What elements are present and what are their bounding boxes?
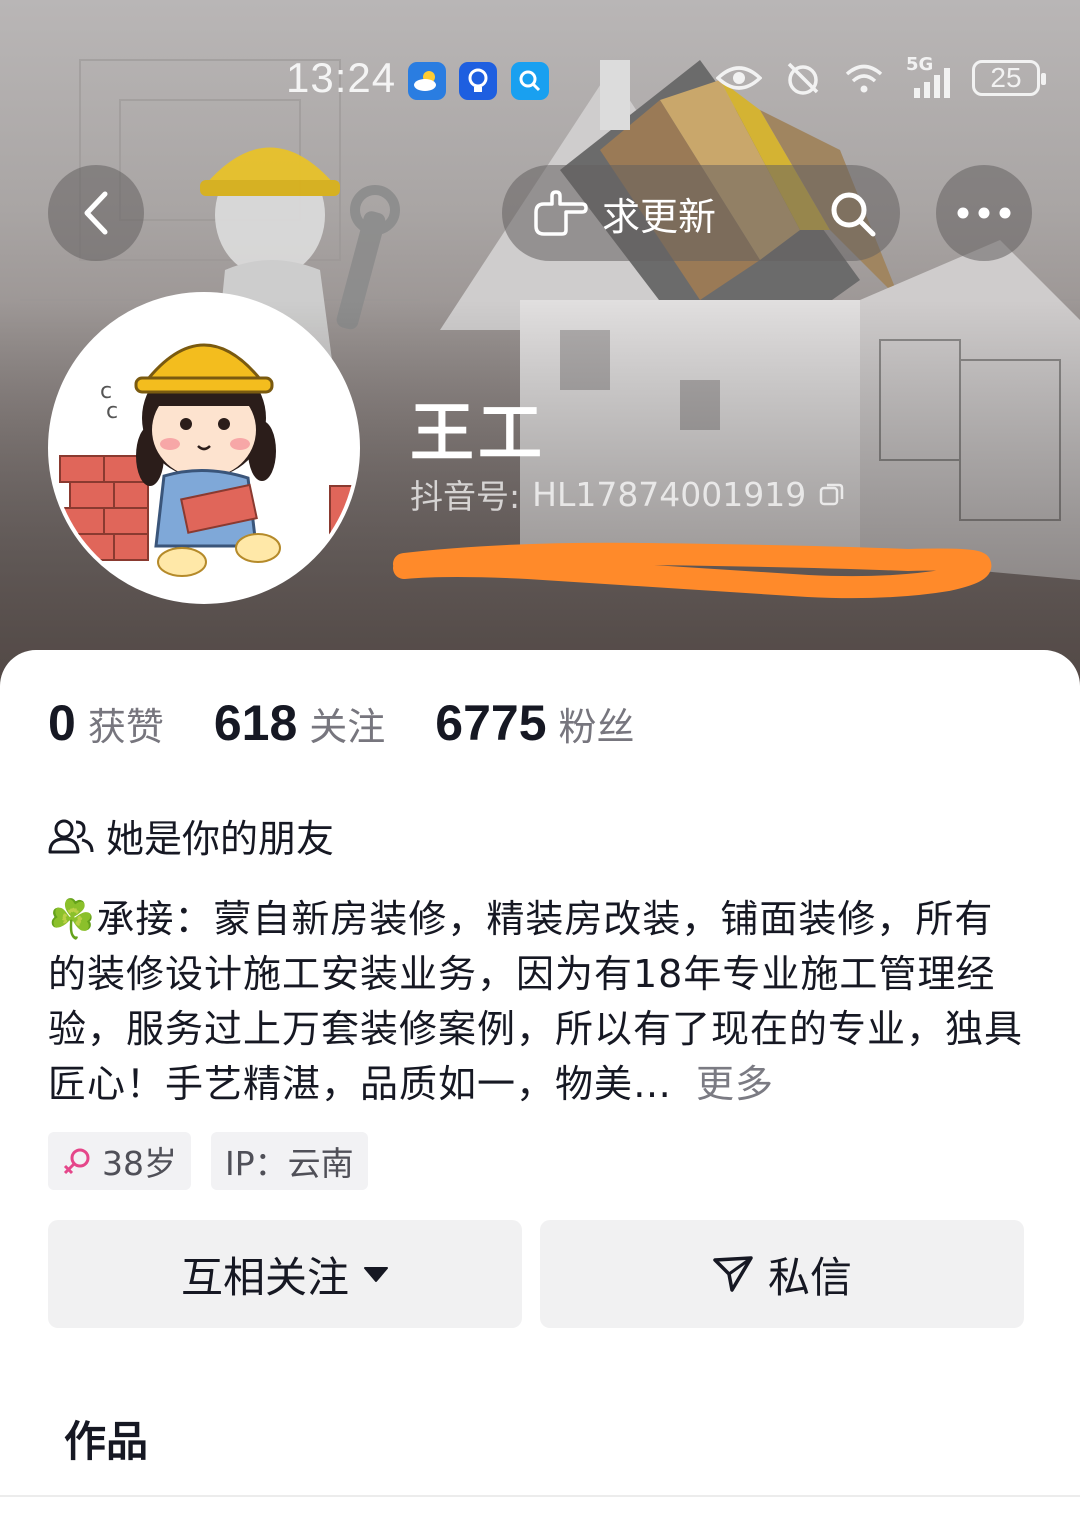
alarm-icon xyxy=(787,62,819,95)
friend-note: 她是你的朋友 xyxy=(48,808,334,863)
mutual-follow-button[interactable]: 互相关注 xyxy=(48,1220,522,1328)
request-update-label: 求更新 xyxy=(602,194,717,239)
message-button[interactable]: 私信 xyxy=(540,1220,1024,1328)
tags-row: 38岁 IP：云南 xyxy=(48,1132,368,1190)
bio[interactable]: ☘️承接：蒙自新房装修，精装房改装，铺面装修，所有的装修设计施工安装业务，因为有… xyxy=(48,892,1032,1112)
user-id-label: 抖音号: xyxy=(410,477,521,516)
search-app-icon xyxy=(511,62,549,100)
ip-tag: IP：云南 xyxy=(211,1132,368,1190)
signal-icon: 5G xyxy=(906,54,950,98)
search-icon[interactable] xyxy=(828,189,878,239)
stats-row: 0 获赞 618 关注 6775 粉丝 xyxy=(48,694,685,752)
action-buttons: 互相关注 私信 xyxy=(48,1220,1024,1328)
stat-likes[interactable]: 0 获赞 xyxy=(48,694,164,752)
status-time: 13:24 xyxy=(286,54,397,101)
copy-icon[interactable] xyxy=(818,480,846,508)
female-icon xyxy=(63,1148,90,1175)
avatar-illustration: c c xyxy=(52,296,356,600)
bio-more-link[interactable]: 更多 xyxy=(696,1062,774,1106)
stat-likes-value: 0 xyxy=(48,695,76,751)
stat-following-value: 618 xyxy=(213,695,298,751)
tab-divider xyxy=(0,1495,1080,1497)
bulb-icon xyxy=(459,62,497,100)
user-id-value: HL17874001919 xyxy=(532,474,807,514)
redaction-scribble xyxy=(393,542,992,599)
request-update-bar: 求更新 xyxy=(502,165,900,261)
eye-icon xyxy=(716,66,762,90)
weather-icon xyxy=(408,62,446,100)
svg-text:c: c xyxy=(106,399,118,424)
more-button[interactable] xyxy=(936,165,1032,261)
age-text: 38岁 xyxy=(102,1144,177,1183)
status-bar: 13:24 5G 25 xyxy=(0,52,1080,112)
wifi-icon xyxy=(845,64,883,93)
stat-followers-value: 6775 xyxy=(435,695,547,751)
more-dots-icon xyxy=(957,207,1011,219)
age-tag: 38岁 xyxy=(48,1132,191,1190)
caret-down-icon xyxy=(364,1267,388,1282)
tab-works[interactable]: 作品 xyxy=(64,1408,148,1469)
stat-likes-label: 获赞 xyxy=(87,705,164,749)
message-label: 私信 xyxy=(767,1252,852,1302)
battery-indicator: 25 xyxy=(972,60,1046,96)
request-update-button[interactable]: 求更新 xyxy=(532,186,716,241)
stat-followers-label: 粉丝 xyxy=(558,705,635,749)
user-id-row: 抖音号: HL17874001919 xyxy=(410,470,846,518)
send-icon xyxy=(713,1256,753,1292)
bio-text: 承接：蒙自新房装修，精装房改装，铺面装修，所有的装修设计施工安装业务，因为有18… xyxy=(48,897,1024,1106)
ip-text: IP：云南 xyxy=(225,1144,354,1183)
chevron-left-icon xyxy=(84,191,108,235)
avatar[interactable]: c c xyxy=(48,292,360,604)
friend-note-text: 她是你的朋友 xyxy=(106,817,335,861)
friends-icon xyxy=(48,819,94,853)
pointing-hand-icon xyxy=(534,190,588,236)
back-button[interactable] xyxy=(48,165,144,261)
mutual-follow-label: 互相关注 xyxy=(180,1252,349,1302)
clover-icon: ☘️ xyxy=(48,897,97,941)
profile-card: 0 获赞 618 关注 6775 粉丝 她是你的朋友 ☘️承接：蒙自新房装修，精… xyxy=(0,650,1080,1522)
stat-followers[interactable]: 6775 粉丝 xyxy=(435,694,634,752)
user-name: 王工 xyxy=(410,397,546,471)
stat-following[interactable]: 618 关注 xyxy=(214,694,385,752)
stat-following-label: 关注 xyxy=(309,705,386,749)
